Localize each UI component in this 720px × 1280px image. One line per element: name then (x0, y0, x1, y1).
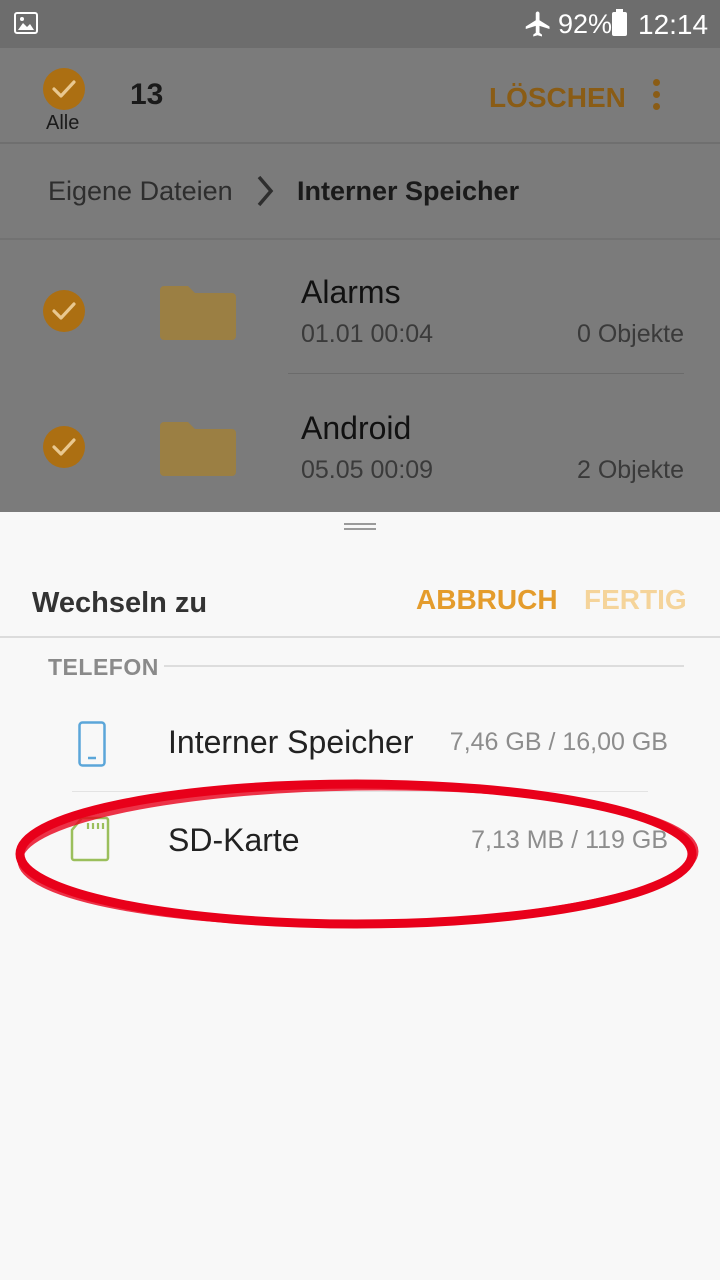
airplane-icon (525, 11, 550, 37)
storage-option-sd-card[interactable]: SD-Karte 7,13 MB / 119 GB (0, 792, 720, 890)
item-checkbox[interactable] (43, 290, 85, 332)
divider (288, 373, 684, 374)
selection-toolbar: Alle 13 LÖSCHEN (0, 48, 720, 144)
file-item-count: 0 Objekte (576, 320, 684, 348)
battery-percent: 92% (558, 9, 613, 39)
phone-storage-icon (78, 721, 106, 767)
more-options-icon[interactable] (640, 76, 672, 116)
file-date: 01.01 00:04 (301, 320, 434, 348)
checkmark-icon (52, 80, 76, 98)
storage-size: 7,46 GB / 16,00 GB (449, 728, 668, 756)
list-item[interactable]: Android 05.05 00:09 2 Objekte (0, 376, 720, 510)
image-icon (14, 12, 38, 34)
done-button[interactable]: FERTIG (584, 584, 687, 616)
file-manager-background: Alle 13 LÖSCHEN Eigene Dateien Interner … (0, 48, 720, 512)
sheet-header: Wechseln zu ABBRUCH FERTIG (0, 544, 720, 638)
checkmark-icon (52, 438, 76, 456)
clock: 12:14 (638, 9, 709, 40)
chevron-right-icon (257, 175, 274, 207)
list-item[interactable]: Alarms 01.01 00:04 0 Objekte (0, 240, 720, 374)
delete-button[interactable]: LÖSCHEN (489, 82, 626, 114)
drag-handle[interactable] (344, 523, 376, 531)
battery-icon (612, 9, 627, 36)
sheet-title: Wechseln zu (32, 587, 208, 619)
folder-icon (160, 422, 236, 476)
storage-name: Interner Speicher (168, 724, 414, 760)
select-all-checkbox[interactable] (43, 68, 85, 110)
selected-count: 13 (130, 78, 164, 111)
file-item-count: 2 Objekte (576, 456, 684, 484)
file-name: Android (301, 410, 412, 446)
section-label: TELEFON (48, 654, 159, 680)
cancel-button[interactable]: ABBRUCH (416, 584, 558, 616)
storage-option-internal[interactable]: Interner Speicher 7,46 GB / 16,00 GB (0, 694, 720, 792)
breadcrumb-root[interactable]: Eigene Dateien (48, 176, 233, 207)
item-checkbox[interactable] (43, 426, 85, 468)
folder-icon (160, 286, 236, 340)
file-name: Alarms (301, 274, 401, 310)
storage-size: 7,13 MB / 119 GB (471, 826, 668, 854)
sd-card-icon (70, 816, 110, 862)
breadcrumb: Eigene Dateien Interner Speicher (0, 144, 720, 240)
breadcrumb-current: Interner Speicher (297, 176, 520, 206)
file-date: 05.05 00:09 (301, 456, 434, 484)
checkmark-icon (52, 302, 76, 320)
status-bar: 92% 12:14 (0, 0, 720, 48)
storage-name: SD-Karte (168, 822, 300, 858)
select-all-label: Alle (46, 112, 80, 134)
switch-to-sheet: Wechseln zu ABBRUCH FERTIG TELEFON Inter… (0, 512, 720, 1280)
divider (164, 665, 684, 667)
